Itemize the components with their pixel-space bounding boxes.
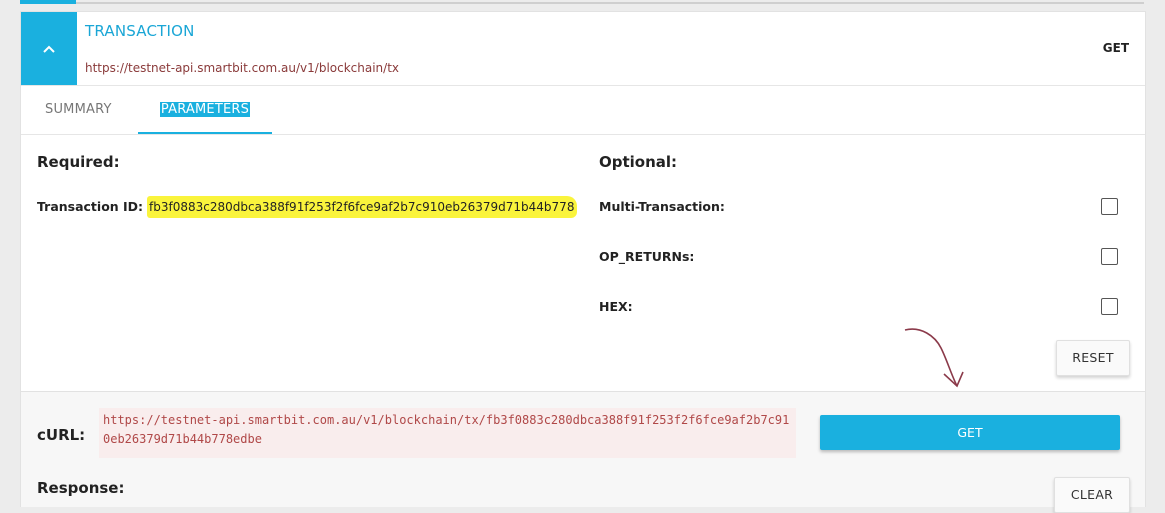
- endpoint-header[interactable]: TRANSACTION https://testnet-api.smartbit…: [21, 12, 1145, 86]
- previous-panel-edge: [0, 0, 1165, 5]
- tab-parameters[interactable]: PARAMETERS: [138, 86, 272, 134]
- op-returns-checkbox[interactable]: [1101, 248, 1118, 265]
- collapse-toggle-button[interactable]: [21, 12, 77, 85]
- tab-summary[interactable]: SUMMARY: [45, 86, 112, 133]
- endpoint-url: https://testnet-api.smartbit.com.au/v1/b…: [85, 61, 400, 75]
- hex-label: HEX:: [599, 299, 633, 314]
- transaction-id-label: Transaction ID:: [37, 199, 144, 214]
- tab-bar: SUMMARY PARAMETERS: [21, 86, 1145, 135]
- endpoint-title: TRANSACTION: [85, 22, 195, 40]
- clear-button[interactable]: CLEAR: [1054, 477, 1130, 513]
- get-button[interactable]: GET: [820, 415, 1120, 450]
- optional-heading: Optional:: [599, 153, 678, 171]
- curl-label: cURL:: [37, 426, 86, 444]
- curl-output[interactable]: https://testnet-api.smartbit.com.au/v1/b…: [99, 408, 796, 458]
- endpoint-card: TRANSACTION https://testnet-api.smartbit…: [20, 11, 1146, 513]
- response-label: Response:: [37, 479, 125, 497]
- multi-transaction-label: Multi-Transaction:: [599, 199, 725, 214]
- previous-panel-border: [76, 2, 1144, 4]
- http-method-label: GET: [1102, 41, 1129, 55]
- chevron-up-icon: [43, 45, 55, 53]
- tab-parameters-label: PARAMETERS: [159, 102, 251, 117]
- op-returns-label: OP_RETURNs:: [599, 249, 695, 264]
- previous-panel-accent: [20, 0, 76, 4]
- reset-button[interactable]: RESET: [1056, 340, 1130, 376]
- transaction-id-input[interactable]: [147, 196, 577, 218]
- required-heading: Required:: [37, 153, 120, 171]
- multi-transaction-checkbox[interactable]: [1101, 198, 1118, 215]
- hex-checkbox[interactable]: [1101, 298, 1118, 315]
- annotation-arrow-icon: [904, 328, 964, 388]
